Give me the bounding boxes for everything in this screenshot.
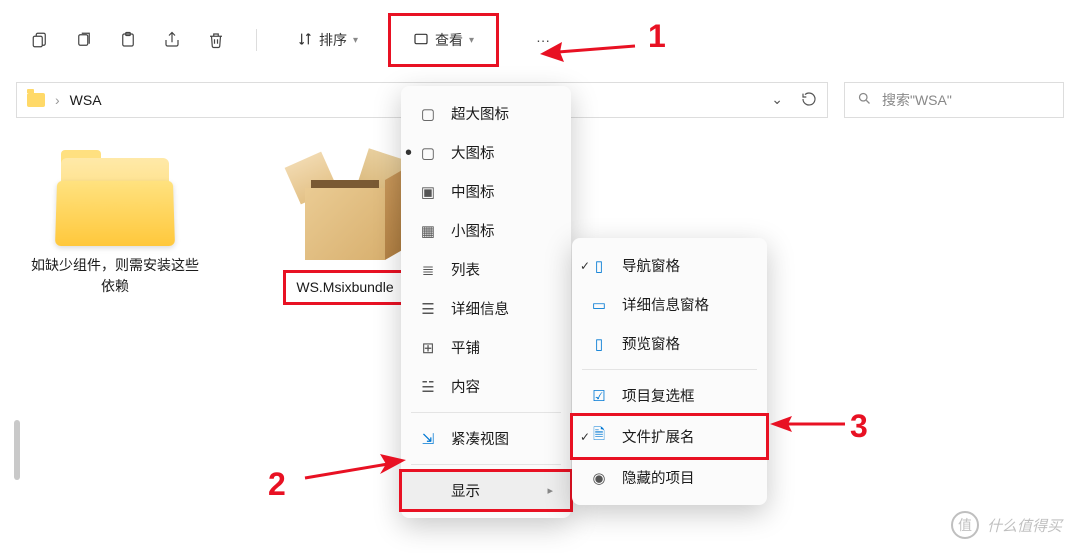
watermark-badge: 值 (951, 511, 979, 539)
menu-item-label: 小图标 (451, 220, 495, 241)
sort-icon (297, 31, 313, 50)
menu-item-checkboxes[interactable]: ☑ 项目复选框 (572, 376, 767, 415)
menu-item-label: 显示 (451, 480, 480, 501)
layout-icon: ▦ (419, 222, 437, 240)
menu-item-label: 超大图标 (451, 103, 509, 124)
menu-item-label: 隐藏的项目 (622, 467, 695, 488)
menu-item-medium-icons[interactable]: ▣ 中图标 (401, 172, 571, 211)
menu-item-show[interactable]: 显示 ▸ (401, 471, 571, 510)
menu-item-label: 项目复选框 (622, 385, 695, 406)
paste-icon[interactable] (118, 30, 138, 50)
annotation-number: 1 (648, 18, 666, 55)
check-icon: ✓ (580, 259, 590, 273)
tiles-icon: ⊞ (419, 339, 437, 357)
separator (582, 369, 757, 370)
menu-item-label: 详细信息窗格 (622, 294, 709, 315)
eye-icon: ◉ (590, 469, 608, 487)
menu-item-label: 预览窗格 (622, 333, 680, 354)
show-submenu: ✓▯导航窗格 ▭详细信息窗格 ▯预览窗格 ☑项目复选框 ✓🗎文件扩展名 ◉隐藏的… (572, 238, 767, 505)
view-menu: ▢超大图标 •▢大图标 ▣中图标 ▦小图标 ≣列表 ☰详细信息 ⊞平铺 ☱内容 … (401, 86, 571, 518)
separator (411, 412, 561, 413)
compact-icon: ⇲ (419, 430, 437, 448)
menu-item-label: 大图标 (451, 142, 495, 163)
layout-icon: ▣ (419, 183, 437, 201)
view-label: 查看 (435, 30, 463, 50)
file-label: WS.Msixbundle (283, 270, 406, 305)
scrollbar[interactable] (14, 420, 20, 480)
menu-item-compact[interactable]: ⇲ 紧凑视图 (401, 419, 571, 458)
chevron-down-icon[interactable]: ⌄ (771, 91, 783, 110)
delete-icon[interactable] (206, 30, 226, 50)
pane-icon: ▯ (590, 257, 608, 275)
breadcrumb-segment[interactable]: WSA (70, 92, 102, 108)
content-icon: ☱ (419, 378, 437, 396)
menu-item-label: 详细信息 (451, 298, 509, 319)
search-placeholder: 搜索"WSA" (882, 90, 952, 110)
arrow-icon (770, 414, 850, 434)
share-icon[interactable] (162, 30, 182, 50)
search-icon (857, 91, 872, 109)
menu-item-label: 平铺 (451, 337, 480, 358)
menu-item-label: 导航窗格 (622, 255, 680, 276)
checkbox-icon: ☑ (590, 387, 608, 405)
refresh-icon[interactable] (801, 91, 817, 110)
menu-item-nav-pane[interactable]: ✓▯ 导航窗格 (572, 246, 767, 285)
package-icon (285, 150, 405, 260)
chevron-right-icon: ▸ (547, 484, 553, 497)
menu-item-content[interactable]: ☱ 内容 (401, 367, 571, 406)
menu-item-label: 中图标 (451, 181, 495, 202)
view-button[interactable]: 查看 ▾ (388, 13, 499, 67)
copy-icon[interactable] (74, 30, 94, 50)
layout-icon: ▢ (419, 105, 437, 123)
chevron-down-icon: ▾ (469, 35, 474, 46)
details-icon: ☰ (419, 300, 437, 318)
menu-item-list[interactable]: ≣ 列表 (401, 250, 571, 289)
check-icon: ✓ (580, 430, 590, 444)
menu-item-label: 文件扩展名 (622, 426, 695, 447)
menu-item-label: 内容 (451, 376, 480, 397)
menu-item-file-ext[interactable]: ✓🗎 文件扩展名 (572, 415, 767, 458)
folder-icon (27, 93, 45, 107)
watermark: 值 什么值得买 (951, 511, 1062, 539)
menu-item-xl-icons[interactable]: ▢ 超大图标 (401, 94, 571, 133)
search-input[interactable]: 搜索"WSA" (844, 82, 1064, 118)
sort-button[interactable]: 排序 ▾ (287, 24, 368, 56)
menu-item-details[interactable]: ☰ 详细信息 (401, 289, 571, 328)
layout-icon: ▢ (419, 144, 437, 162)
file-icon: 🗎 (590, 424, 608, 449)
separator (411, 464, 561, 465)
menu-item-large-icons[interactable]: •▢大图标 (401, 133, 571, 172)
pane-icon: ▭ (590, 296, 608, 314)
chevron-right-icon: › (55, 92, 60, 108)
menu-item-tiles[interactable]: ⊞ 平铺 (401, 328, 571, 367)
pane-icon: ▯ (590, 335, 608, 353)
menu-item-label: 紧凑视图 (451, 428, 509, 449)
chevron-down-icon: ▾ (353, 35, 358, 46)
menu-item-small-icons[interactable]: ▦ 小图标 (401, 211, 571, 250)
separator (256, 29, 257, 51)
folder-icon (55, 150, 175, 245)
new-tab-icon[interactable] (30, 30, 50, 50)
list-icon: ≣ (419, 261, 437, 279)
watermark-text: 什么值得买 (987, 515, 1062, 536)
list-item[interactable]: 如缺少组件，则需安装这些依赖 (30, 150, 200, 305)
view-icon (413, 31, 429, 50)
sort-label: 排序 (319, 30, 347, 50)
menu-item-hidden[interactable]: ◉ 隐藏的项目 (572, 458, 767, 497)
arrow-icon (540, 34, 640, 64)
menu-item-preview-pane[interactable]: ▯ 预览窗格 (572, 324, 767, 363)
arrow-icon (300, 450, 410, 490)
breadcrumb-actions: ⌄ (771, 91, 817, 110)
file-label: 如缺少组件，则需安装这些依赖 (30, 255, 200, 297)
annotation-number: 2 (268, 466, 286, 503)
annotation-number: 3 (850, 408, 868, 445)
menu-item-label: 列表 (451, 259, 480, 280)
menu-item-details-pane[interactable]: ▭ 详细信息窗格 (572, 285, 767, 324)
